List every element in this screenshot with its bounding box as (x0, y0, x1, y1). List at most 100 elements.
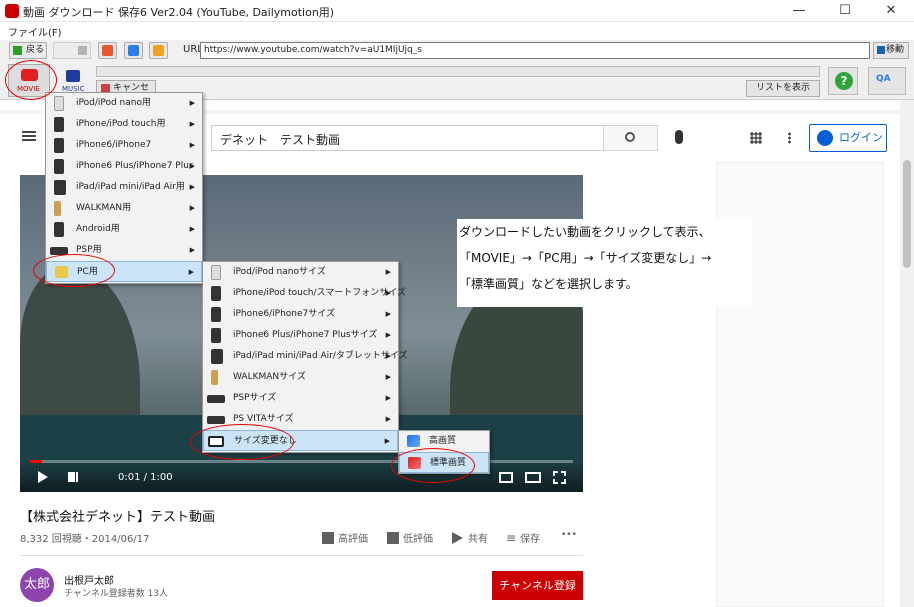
url-input[interactable]: https://www.youtube.com/watch?v=aU1MIjUj… (200, 42, 870, 59)
menu-item-iphone6[interactable]: iPhone6/iPhone7 ▶ (46, 135, 202, 156)
settings-dots-icon[interactable] (788, 132, 791, 144)
menu-item-android[interactable]: Android用 ▶ (46, 219, 202, 240)
menu-item-psp-size[interactable]: PSPサイズ ▶ (203, 388, 398, 409)
qa-icon: QA (876, 74, 891, 84)
refresh-button[interactable] (124, 42, 143, 59)
menu-item-walkman[interactable]: WALKMAN用 ▶ (46, 198, 202, 219)
walkman-icon (54, 201, 61, 216)
menu-item-iphone[interactable]: iPhone/iPod touch用 ▶ (46, 114, 202, 135)
thumbs-down-icon (387, 532, 399, 544)
ipod-icon (54, 96, 64, 111)
refresh-icon (128, 45, 139, 56)
menu-item-label: iPhone/iPod touch/スマートフォンサイズ (233, 288, 406, 298)
apps-grid-icon[interactable] (750, 132, 762, 144)
submenu-arrow-icon: ▶ (189, 204, 195, 212)
menu-item-ipad-size[interactable]: iPad/iPad mini/iPad Air/タブレットサイズ ▶ (203, 346, 408, 367)
iphone6-icon (211, 307, 221, 322)
home-button[interactable] (149, 42, 168, 59)
subscribe-button[interactable]: チャンネル登録 (492, 571, 583, 600)
menu-item-iphone6-plus[interactable]: iPhone6 Plus/iPhone7 Plus ▶ (46, 156, 202, 177)
menu-item-ipod[interactable]: iPod/iPod nano用 ▶ (46, 93, 202, 114)
callout-line-1: ダウンロードしたい動画をクリックして表示、 (459, 225, 711, 239)
menu-file[interactable]: ファイル(F) (8, 24, 62, 39)
video-seek-bar[interactable] (30, 460, 573, 463)
channel-subscribers: チャンネル登録者数 13人 (64, 589, 169, 599)
menu-item-label: iPhone6 Plus/iPhone7 Plus (76, 161, 194, 171)
submenu-arrow-icon: ▶ (385, 352, 391, 360)
highlight-circle-movie (5, 60, 57, 100)
menu-item-walkman-size[interactable]: WALKMANサイズ ▶ (203, 367, 398, 388)
stop-button[interactable] (98, 42, 117, 59)
menu-item-ipod-size[interactable]: iPod/iPod nanoサイズ ▶ (203, 262, 398, 283)
thumbs-up-icon (322, 532, 334, 544)
close-button[interactable]: ✕ (868, 0, 914, 22)
help-icon: ? (835, 72, 853, 90)
menu-item-label: iPhone6/iPhone7 (76, 140, 152, 150)
playlist-add-icon: ≡ (506, 531, 517, 545)
submenu-arrow-icon: ▶ (189, 183, 195, 191)
menu-item-ipad[interactable]: iPad/iPad mini/iPad Air用 ▶ (46, 177, 202, 198)
like-button[interactable]: 高評価 (322, 530, 368, 545)
miniplayer-icon[interactable] (499, 472, 513, 483)
forward-button[interactable] (53, 42, 91, 59)
menu-item-label: iPad/iPad mini/iPad Air用 (76, 182, 185, 192)
seek-progress (30, 460, 42, 463)
show-list-button[interactable]: リストを表示 (746, 80, 820, 97)
search-button[interactable] (603, 125, 658, 151)
microphone-icon[interactable] (675, 130, 683, 144)
theater-mode-icon[interactable] (525, 472, 541, 483)
submenu-arrow-icon: ▶ (385, 268, 391, 276)
scrollbar-thumb[interactable] (903, 160, 911, 268)
save-button[interactable]: ≡ 保存 (506, 530, 540, 545)
share-label: 共有 (468, 534, 488, 545)
save-label: 保存 (520, 534, 541, 545)
divider (20, 555, 583, 556)
hamburger-menu-icon[interactable] (22, 131, 36, 133)
callout-line-3: 「標準画質」などを選択します。 (459, 277, 638, 291)
menu-item-iphone-size[interactable]: iPhone/iPod touch/スマートフォンサイズ ▶ (203, 283, 406, 304)
menu-item-iphone6-size[interactable]: iPhone6/iPhone7サイズ ▶ (203, 304, 398, 325)
submenu-arrow-icon: ▶ (384, 437, 390, 445)
ipad-icon (211, 349, 223, 364)
high-quality-icon (407, 435, 420, 447)
back-label: 戻る (26, 45, 45, 55)
psvita-icon (207, 416, 225, 424)
fullscreen-icon[interactable] (553, 471, 566, 484)
iphone6-icon (54, 138, 64, 153)
dislike-button[interactable]: 低評価 (387, 530, 433, 545)
menu-item-label: iPod/iPod nano用 (76, 98, 151, 108)
highlight-circle-no-resize (190, 424, 294, 460)
submenu-arrow-icon: ▶ (189, 99, 195, 107)
youtube-search-input[interactable]: デネット テスト動画 (211, 125, 658, 151)
highlight-circle-pc (33, 254, 115, 287)
submenu-arrow-icon: ▶ (385, 394, 391, 402)
play-icon[interactable] (38, 471, 48, 483)
help-button[interactable]: ? (828, 67, 858, 95)
more-actions-button[interactable]: ••• (561, 530, 577, 540)
minimize-button[interactable]: — (776, 0, 822, 22)
back-button[interactable]: 戻る (9, 42, 47, 59)
login-button[interactable]: ログイン (809, 124, 887, 152)
channel-name[interactable]: 出根戸太郎 (64, 572, 114, 587)
login-label: ログイン (839, 131, 883, 144)
walkman-icon (211, 370, 218, 385)
video-time: 0:01 / 1:00 (118, 472, 173, 483)
menu-item-label: 高画質 (429, 436, 457, 446)
dislike-label: 低評価 (403, 534, 433, 545)
back-arrow-icon (13, 46, 22, 55)
maximize-button[interactable]: ☐ (822, 0, 868, 22)
submenu-arrow-icon: ▶ (385, 310, 391, 318)
menu-item-label: iPad/iPad mini/iPad Air/タブレットサイズ (233, 351, 408, 361)
go-button[interactable]: 移動 (873, 42, 909, 59)
forward-arrow-icon (78, 46, 87, 55)
submenu-arrow-icon: ▶ (188, 268, 194, 276)
home-icon (153, 45, 164, 56)
channel-avatar[interactable]: 太郎 (20, 568, 54, 602)
ipod-icon (211, 265, 221, 280)
share-button[interactable]: 共有 (452, 530, 488, 545)
next-icon[interactable] (68, 472, 78, 482)
menu-item-iphone6-plus-size[interactable]: iPhone6 Plus/iPhone7 Plusサイズ ▶ (203, 325, 398, 346)
video-title: 【株式会社デネット】テスト動画 (20, 510, 216, 525)
title-bar: 動画 ダウンロード 保存6 Ver2.04 (YouTube, Dailymot… (0, 0, 914, 22)
qa-button[interactable]: QA (868, 67, 906, 95)
